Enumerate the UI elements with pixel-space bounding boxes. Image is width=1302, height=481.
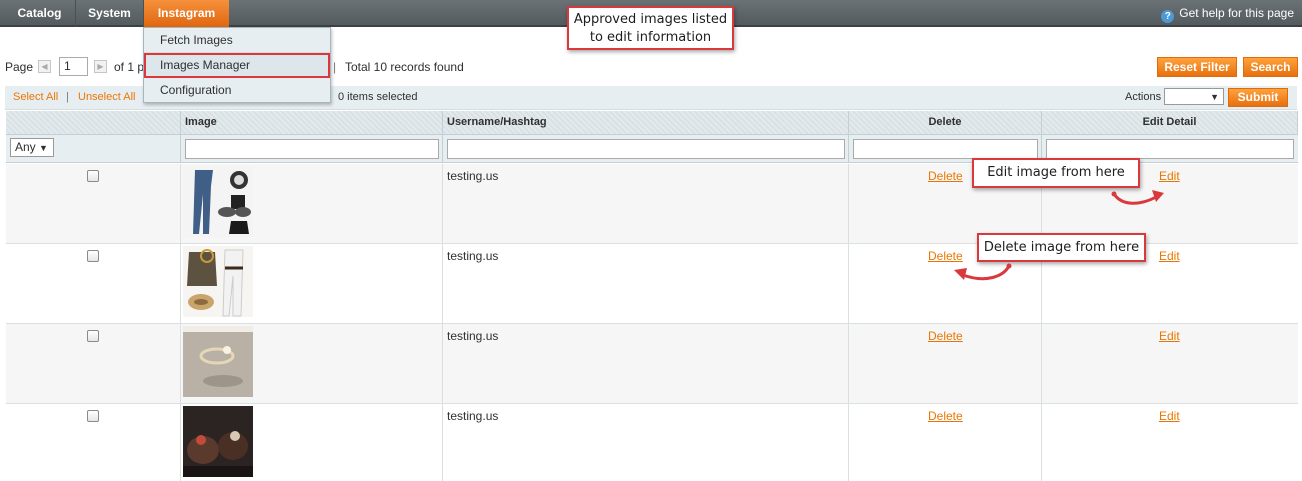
help-icon: ? — [1161, 10, 1175, 23]
filter-delete-input[interactable] — [853, 139, 1038, 159]
page-label: Page — [5, 60, 34, 74]
nav-catalog[interactable]: Catalog — [4, 0, 76, 27]
filter-username-input[interactable] — [447, 139, 845, 159]
row-thumbnail — [183, 246, 253, 317]
help-link[interactable]: ? Get help for this page — [1161, 0, 1294, 27]
image-cell — [181, 404, 443, 481]
chevron-down-icon: ▼ — [1210, 92, 1219, 102]
massaction-separator: | — [66, 91, 69, 103]
search-button[interactable]: Search — [1243, 57, 1298, 77]
pager-separator: | — [333, 60, 337, 74]
delete-pointer-arrow-icon — [954, 263, 1012, 281]
delete-link[interactable]: Delete — [928, 329, 963, 343]
filter-cell-image — [181, 135, 443, 163]
row-checkbox[interactable] — [87, 170, 99, 182]
checkbox-cell — [6, 244, 181, 324]
menu-item-images-manager[interactable]: Images Manager — [144, 53, 330, 78]
delete-link[interactable]: Delete — [928, 169, 963, 183]
header-image[interactable]: Image — [181, 111, 443, 135]
filter-image-input[interactable] — [185, 139, 439, 159]
callout-approved-images: Approved images listed to edit informati… — [567, 6, 734, 50]
grid-header-row: Image Username/Hashtag Delete Edit Detai… — [6, 111, 1298, 135]
username-cell: testing.us — [443, 404, 849, 481]
page-of-label: of 1 p — [114, 60, 145, 74]
prev-page-icon[interactable]: ◀ — [38, 60, 51, 73]
edit-link[interactable]: Edit — [1159, 409, 1180, 423]
row-checkbox[interactable] — [87, 250, 99, 262]
checkbox-cell — [6, 324, 181, 404]
total-records: Total 10 records found — [345, 60, 464, 74]
menu-item-configuration[interactable]: Configuration — [144, 78, 330, 103]
edit-cell: Edit — [1042, 404, 1298, 481]
checkbox-cell — [6, 404, 181, 481]
username-cell: testing.us — [443, 324, 849, 404]
row-checkbox[interactable] — [87, 330, 99, 342]
header-username[interactable]: Username/Hashtag — [443, 111, 849, 135]
edit-link[interactable]: Edit — [1159, 249, 1180, 263]
edit-pointer-arrow-icon — [1111, 190, 1164, 205]
username-cell: testing.us — [443, 164, 849, 244]
menu-item-fetch-images[interactable]: Fetch Images — [144, 28, 330, 53]
row-checkbox[interactable] — [87, 410, 99, 422]
table-row: testing.us Delete Edit — [6, 324, 1298, 404]
delete-link[interactable]: Delete — [928, 409, 963, 423]
callout-approved-line1: Approved images listed — [573, 12, 728, 27]
filter-cell-checkbox: Any ▼ — [6, 135, 181, 163]
callout-approved-line2: to edit information — [589, 30, 712, 45]
image-cell — [181, 244, 443, 324]
delete-cell: Delete — [849, 404, 1042, 481]
unselect-all-link[interactable]: Unselect All — [78, 86, 135, 109]
edit-link[interactable]: Edit — [1159, 329, 1180, 343]
next-page-icon[interactable]: ▶ — [94, 60, 107, 73]
filter-edit-input[interactable] — [1046, 139, 1294, 159]
row-thumbnail — [183, 326, 253, 397]
help-label: Get help for this page — [1179, 6, 1294, 20]
row-username: testing.us — [447, 249, 499, 263]
header-delete[interactable]: Delete — [849, 111, 1042, 135]
delete-cell: Delete — [849, 324, 1042, 404]
chevron-down-icon: ▼ — [39, 143, 48, 153]
instagram-menu: Fetch Images Images Manager Configuratio… — [143, 27, 331, 103]
row-username: testing.us — [447, 409, 499, 423]
actions-select[interactable]: ▼ — [1164, 88, 1224, 105]
actions-label: Actions — [1125, 91, 1162, 103]
checkbox-cell — [6, 164, 181, 244]
any-select-value: Any — [15, 140, 36, 154]
image-cell — [181, 324, 443, 404]
header-checkbox-col — [6, 111, 181, 135]
nav-instagram[interactable]: Instagram — [144, 0, 229, 27]
reset-filter-button[interactable]: Reset Filter — [1157, 57, 1237, 77]
edit-cell: Edit — [1042, 324, 1298, 404]
row-thumbnail — [183, 406, 253, 477]
row-username: testing.us — [447, 169, 499, 183]
items-selected-count: 0 items selected — [338, 91, 418, 103]
header-edit-detail[interactable]: Edit Detail — [1042, 111, 1298, 135]
filter-cell-username — [443, 135, 849, 163]
any-select[interactable]: Any ▼ — [10, 138, 54, 157]
nav-system[interactable]: System — [76, 0, 144, 27]
image-cell — [181, 164, 443, 244]
row-username: testing.us — [447, 329, 499, 343]
page-input[interactable]: 1 — [59, 57, 88, 76]
submit-button[interactable]: Submit — [1228, 88, 1288, 107]
select-all-link[interactable]: Select All — [13, 86, 58, 109]
row-thumbnail — [183, 166, 253, 237]
username-cell: testing.us — [443, 244, 849, 324]
table-row: testing.us Delete Edit — [6, 404, 1298, 481]
